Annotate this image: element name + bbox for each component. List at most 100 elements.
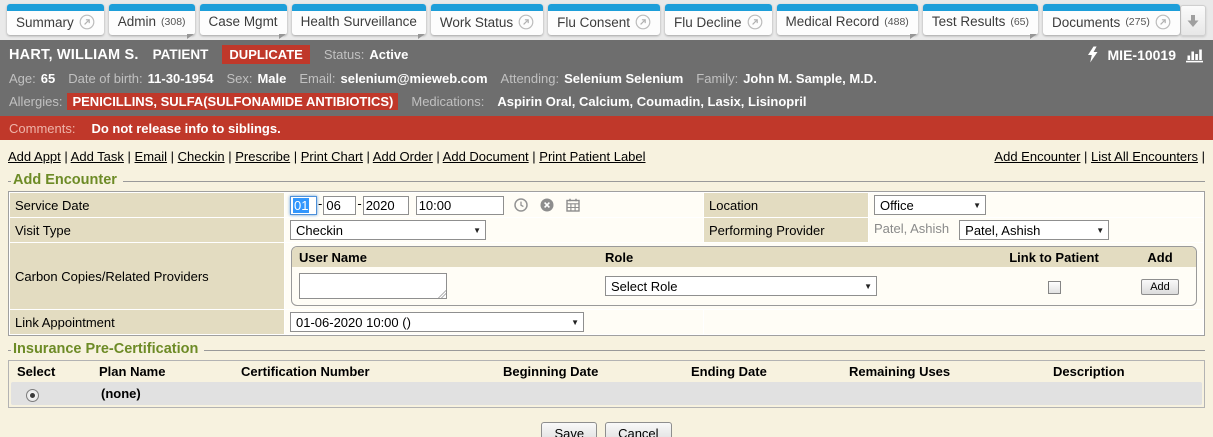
tab-accent-bar [7, 4, 104, 11]
allergies-value[interactable]: PENICILLINS, SULFA(SULFONAMIDE ANTIBIOTI… [67, 93, 398, 110]
main-content: Add Appt | Add Task | Email | Checkin | … [0, 140, 1213, 437]
tab-test-results[interactable]: Test Results(65) [923, 4, 1038, 35]
section-tick [8, 350, 11, 351]
tab-medical-record[interactable]: Medical Record(488) [777, 4, 918, 35]
action-link-add-order[interactable]: Add Order [373, 149, 433, 164]
down-arrow-icon [1185, 13, 1201, 29]
action-link-email[interactable]: Email [135, 149, 168, 164]
tab-list: Summary Admin(308)Case MgmtHealth Surveil… [7, 4, 1180, 35]
insurance-select-radio[interactable] [26, 389, 39, 402]
allergies-label: Allergies: [9, 94, 62, 109]
visit-type-select[interactable]: Checkin▼ [290, 220, 486, 240]
performing-provider-select[interactable]: Patel, Ashish▼ [959, 220, 1109, 240]
location-select[interactable]: Office▼ [874, 195, 986, 215]
action-link-list-all-encounters[interactable]: List All Encounters [1091, 149, 1198, 164]
tab-case-mgmt[interactable]: Case Mgmt [200, 4, 287, 35]
tab-health-surveillance[interactable]: Health Surveillance [292, 4, 426, 35]
tab-accent-bar [109, 4, 195, 11]
visit-type-value: Checkin [296, 223, 343, 238]
tab-flu-decline[interactable]: Flu Decline [665, 4, 772, 35]
service-date-day-input[interactable] [323, 196, 356, 215]
patient-name: HART, WILLIAM S. [9, 47, 139, 63]
save-button[interactable]: Save [541, 422, 597, 437]
performing-provider-text: Patel, Ashish [874, 221, 949, 236]
carbon-user-name-input[interactable] [299, 273, 447, 299]
carbon-column-role: Role [598, 250, 984, 265]
tab-label: Summary [16, 15, 74, 30]
visit-type-field: Checkin▼ [285, 218, 703, 242]
clock-icon[interactable] [513, 197, 529, 213]
tab-work-status[interactable]: Work Status [431, 4, 543, 35]
tab-label-row: Documents(275) [1043, 11, 1180, 35]
link-to-patient-checkbox[interactable] [1048, 281, 1061, 294]
demographic-label: Email: [299, 71, 335, 86]
demographic-label: Age: [9, 71, 36, 86]
tab-flu-consent[interactable]: Flu Consent [548, 4, 660, 35]
carbon-copies-box: User NameRoleLink to PatientAdd Select R… [291, 246, 1197, 306]
demographic-label: Family: [696, 71, 738, 86]
carbon-add-button[interactable]: Add [1141, 279, 1179, 295]
action-link-add-encounter[interactable]: Add Encounter [994, 149, 1080, 164]
tab-accent-bar [431, 4, 543, 11]
link-appointment-value: 01-06-2020 10:00 () [296, 315, 411, 330]
insurance-row-none[interactable]: (none) [11, 382, 1202, 405]
link-appointment-field: 01-06-2020 10:00 ()▼ [285, 310, 703, 334]
action-link-print-chart[interactable]: Print Chart [301, 149, 363, 164]
comments-value: Do not release info to siblings. [91, 121, 280, 136]
tab-accent-bar [200, 4, 287, 11]
demographics-row: Age:65Date of birth:11-30-1954Sex:MaleEm… [0, 67, 1213, 90]
action-link-add-task[interactable]: Add Task [71, 149, 124, 164]
collapse-tabs-button[interactable] [1180, 5, 1206, 36]
insurance-column-ending-date: Ending Date [683, 364, 841, 379]
medications-label: Medications: [411, 94, 484, 109]
allergies-row: Allergies: PENICILLINS, SULFA(SULFONAMID… [0, 90, 1213, 113]
external-link-icon [79, 14, 95, 30]
performing-provider-field: Patel, Ashish Patel, Ashish▼ [869, 218, 1203, 242]
carbon-role-select[interactable]: Select Role▼ [605, 276, 877, 296]
lightning-bolt-icon[interactable] [1086, 46, 1099, 63]
tab-label: Test Results [932, 14, 1006, 29]
action-links-row: Add Appt | Add Task | Email | Checkin | … [8, 145, 1205, 171]
demographic-label: Attending: [501, 71, 560, 86]
external-link-icon [518, 14, 534, 30]
carbon-header-row: User NameRoleLink to PatientAdd [292, 247, 1196, 267]
tab-documents[interactable]: Documents(275) [1043, 4, 1180, 35]
service-time-input[interactable] [416, 196, 504, 215]
visit-type-label: Visit Type [10, 218, 284, 242]
tab-accent-bar [665, 4, 772, 11]
action-link-add-document[interactable]: Add Document [443, 149, 529, 164]
demographic-item: Age:65 [9, 71, 55, 86]
chart-metrics-icon[interactable] [1185, 46, 1204, 63]
link-to-patient-cell [984, 278, 1124, 293]
action-link-print-patient-label[interactable]: Print Patient Label [539, 149, 645, 164]
tab-bar: Summary Admin(308)Case MgmtHealth Surveil… [0, 0, 1213, 40]
comments-label: Comments: [9, 121, 75, 136]
section-rule [123, 181, 1205, 182]
service-date-year-input[interactable] [363, 196, 409, 215]
insurance-title: Insurance Pre-Certification [13, 341, 198, 357]
tab-accent-bar [292, 4, 426, 11]
action-links-left: Add Appt | Add Task | Email | Checkin | … [8, 149, 646, 164]
fold-corner-icon [1030, 34, 1037, 39]
link-appointment-select[interactable]: 01-06-2020 10:00 ()▼ [290, 312, 584, 332]
calendar-icon[interactable] [565, 197, 581, 213]
action-link-prescribe[interactable]: Prescribe [235, 149, 290, 164]
tab-count: (488) [884, 16, 909, 28]
tab-admin[interactable]: Admin(308) [109, 4, 195, 35]
insurance-header-row: SelectPlan NameCertification NumberBegin… [9, 361, 1204, 382]
tab-label-row: Summary [7, 11, 104, 35]
tab-label-row: Work Status [431, 11, 543, 35]
tab-accent-bar [777, 4, 918, 11]
carbon-copies-field: User NameRoleLink to PatientAdd Select R… [285, 243, 1203, 309]
action-link-checkin[interactable]: Checkin [178, 149, 225, 164]
clear-date-icon[interactable] [539, 197, 555, 213]
action-link-add-appt[interactable]: Add Appt [8, 149, 61, 164]
demographic-item: Family:John M. Sample, M.D. [696, 71, 877, 86]
cancel-button[interactable]: Cancel [605, 422, 671, 437]
tab-summary[interactable]: Summary [7, 4, 104, 35]
duplicate-badge[interactable]: DUPLICATE [222, 45, 309, 64]
patient-id: MIE-10019 [1108, 47, 1176, 63]
dropdown-arrow-icon: ▼ [864, 282, 872, 291]
tab-label: Work Status [440, 15, 513, 30]
service-date-month-input[interactable]: 01 [290, 196, 317, 215]
